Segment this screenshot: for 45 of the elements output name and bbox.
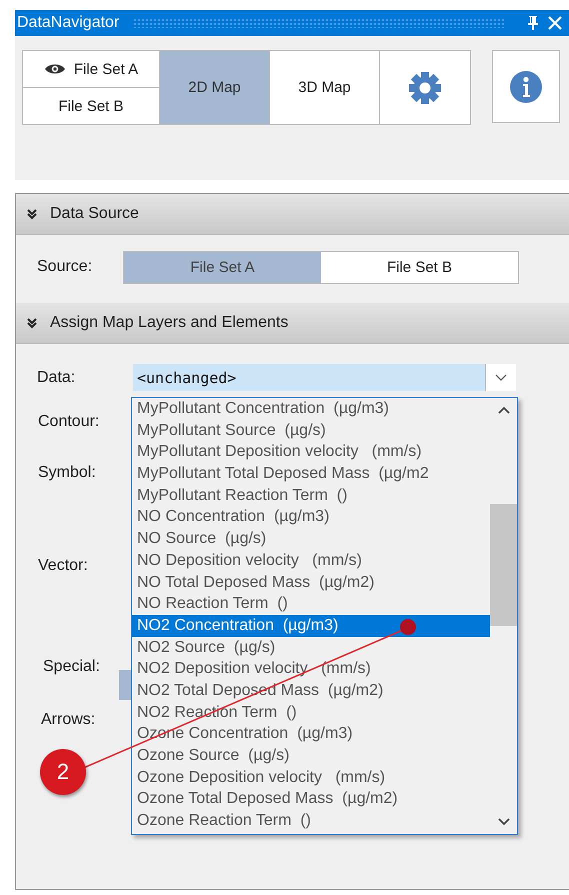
dropdown-item[interactable]: Ozone Total Deposed Mass (µg/m2) (132, 788, 490, 810)
caret-icon (495, 374, 507, 382)
dropdown-item[interactable]: NO Concentration (µg/m3) (132, 506, 490, 528)
section-title: Assign Map Layers and Elements (50, 314, 288, 332)
scroll-thumb[interactable] (490, 504, 517, 626)
field-label: Vector: (38, 557, 88, 575)
dropdown-item[interactable]: MyPollutant Source (µg/s) (132, 420, 490, 442)
field-label: Arrows: (40, 711, 96, 729)
dropdown-item[interactable]: NO Source (µg/s) (132, 528, 490, 550)
section-header[interactable]: Data Source (16, 194, 569, 235)
callout-badge: 2 (40, 749, 86, 795)
dropdown-item[interactable]: NO2 Deposition velocity (mm/s) (132, 658, 490, 680)
collapse-icon (26, 317, 38, 329)
close-icon[interactable] (547, 15, 563, 31)
scroll-down-icon[interactable] (498, 818, 510, 826)
section-title: Data Source (50, 205, 139, 223)
window-title: DataNavigator (17, 14, 120, 32)
section-header[interactable]: Assign Map Layers and Elements (16, 303, 569, 344)
data-label: Data: (37, 368, 76, 386)
info-button[interactable] (492, 50, 560, 123)
dropdown-item[interactable]: NO Total Deposed Mass (µg/m2) (132, 572, 490, 594)
dropdown-item[interactable]: MyPollutant Concentration (µg/m3) (132, 398, 490, 420)
field-label: Contour: (38, 413, 100, 431)
dropdown-item[interactable]: MyPollutant Reaction Term () (132, 484, 490, 506)
dropdown-item[interactable]: Ozone Source (µg/s) (132, 745, 490, 767)
source-option[interactable]: File Set A (124, 252, 321, 282)
pin-icon[interactable] (527, 15, 539, 31)
field-label: Special: (42, 658, 100, 676)
collapse-icon (26, 208, 38, 220)
dropdown-item[interactable]: NO Reaction Term () (132, 593, 490, 615)
dropdown-item[interactable]: Ozone Reaction Term () (132, 810, 490, 832)
settings-icon (408, 70, 442, 104)
dropdown-item[interactable]: MyPollutant Deposition velocity (mm/s) (132, 441, 490, 464)
source-label: Source: (37, 258, 94, 276)
view-tab[interactable]: 2D Map (160, 51, 270, 124)
field-label: Symbol: (38, 464, 96, 482)
dropdown-item[interactable]: NO2 Concentration (µg/m3) (132, 614, 490, 637)
dropdown-item[interactable]: MyPollutant Total Deposed Mass (µg/m2 (132, 463, 490, 485)
info-icon (509, 70, 543, 104)
data-dropdown[interactable]: <unchanged> (133, 364, 516, 391)
dropdown-item[interactable]: Ozone Deposition velocity (mm/s) (132, 766, 490, 788)
scroll-up-icon[interactable] (498, 406, 510, 414)
drag-grip[interactable] (133, 18, 505, 28)
dropdown-item[interactable]: NO Deposition velocity (mm/s) (132, 550, 490, 572)
dropdown-item[interactable]: NO2 Source (µg/s) (132, 636, 490, 658)
